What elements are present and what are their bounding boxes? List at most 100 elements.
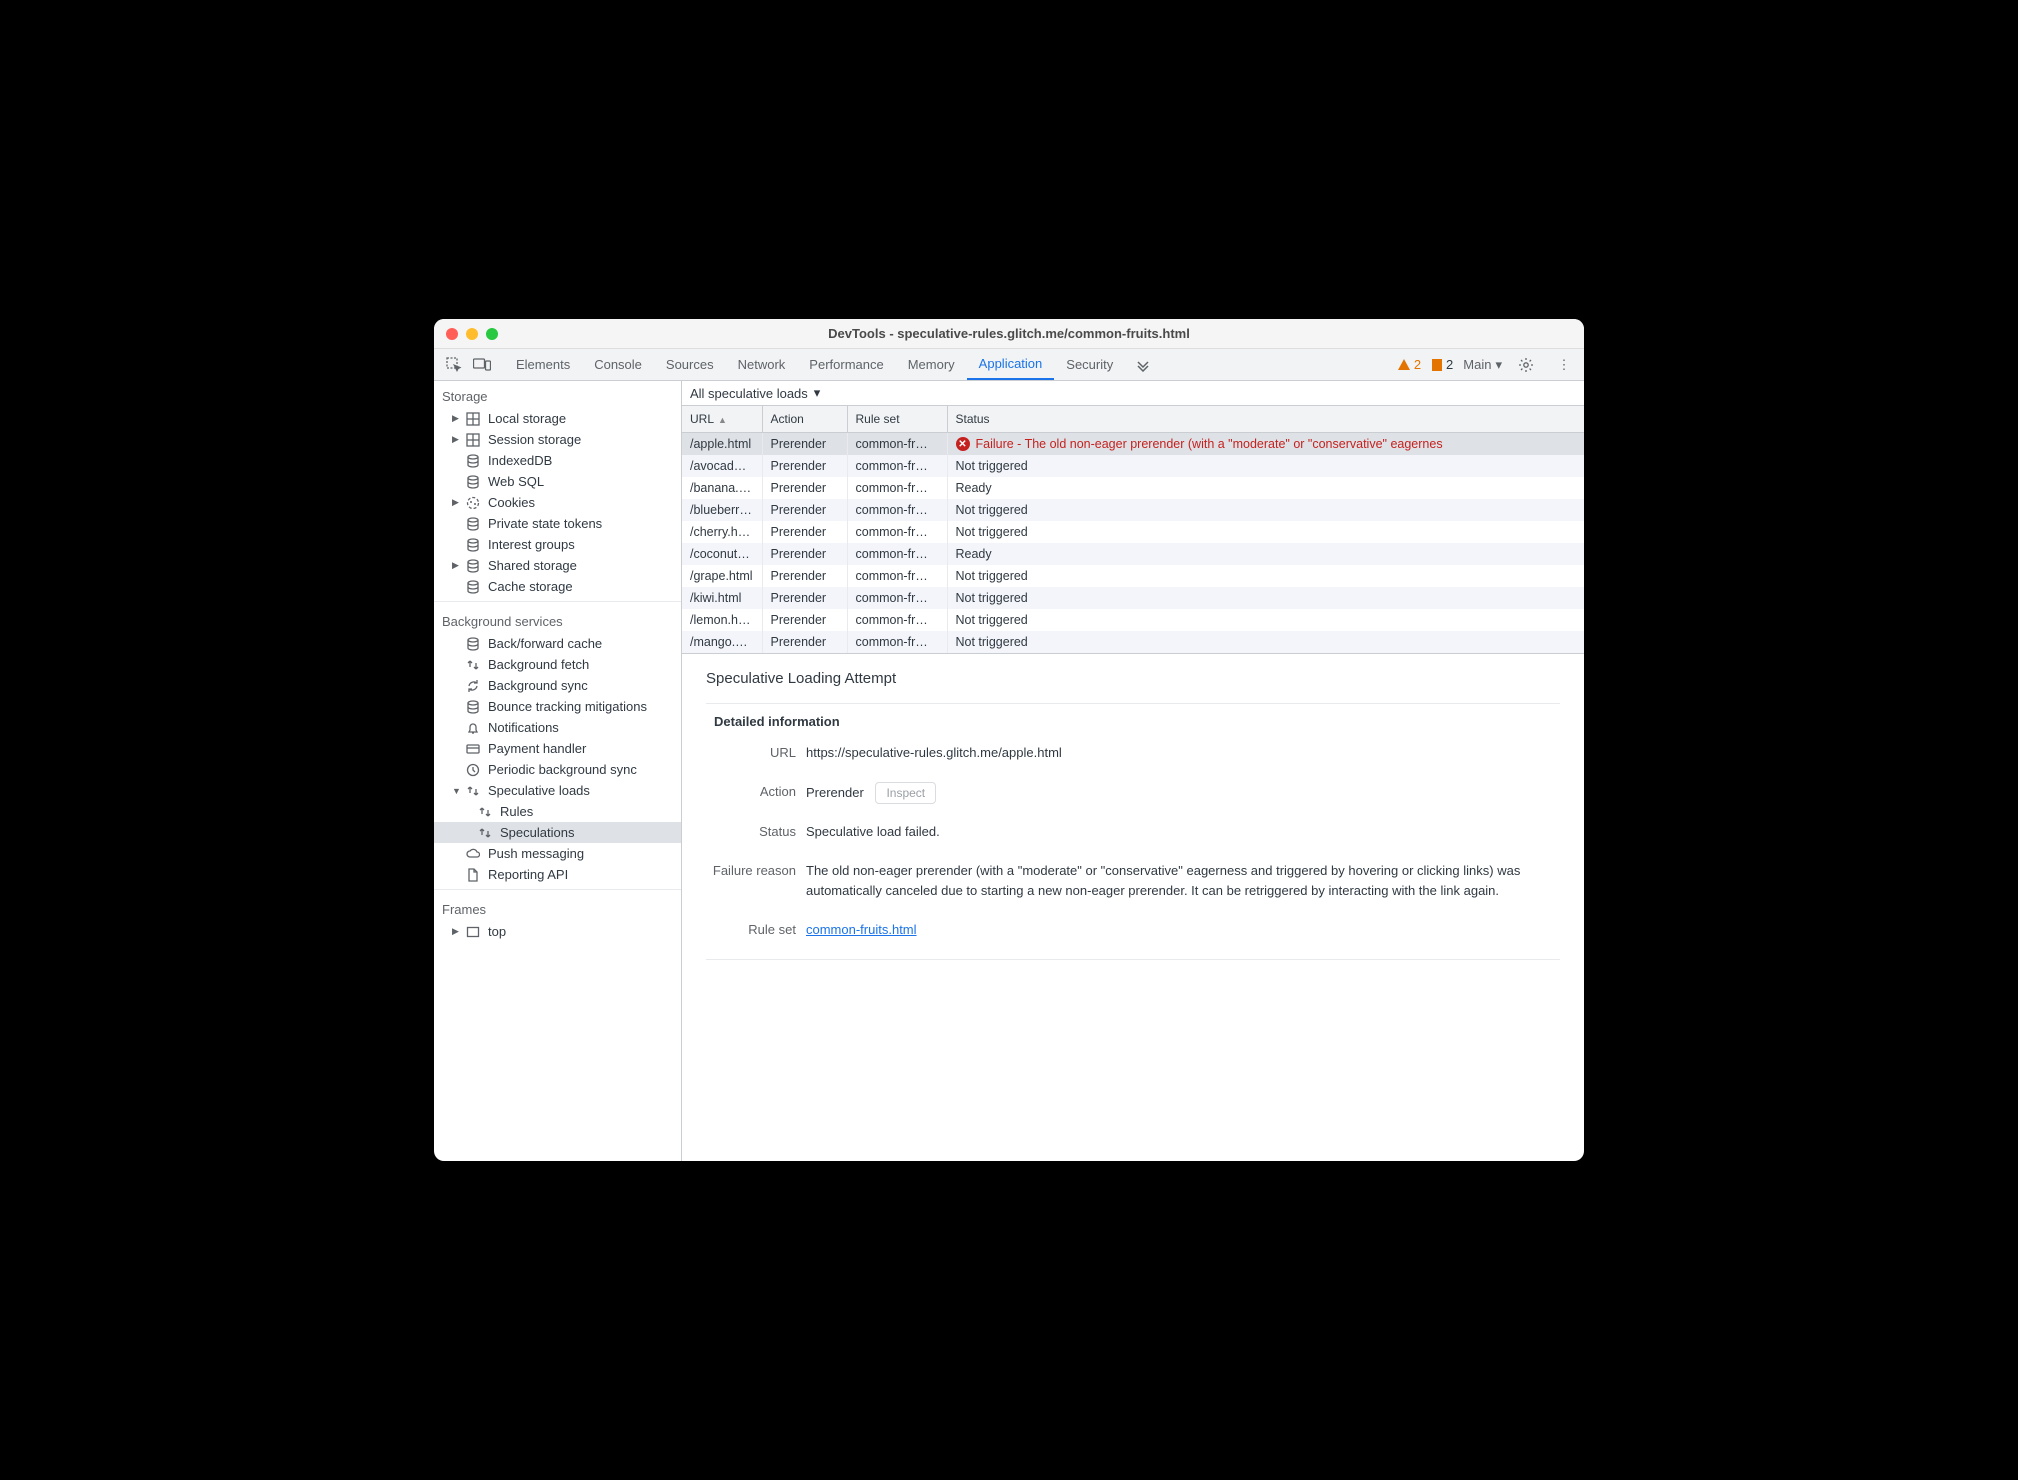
detail-ruleset-link[interactable]: common-fruits.html [806,922,917,937]
tab-security[interactable]: Security [1054,349,1125,380]
sidebar-item-local-storage[interactable]: ▶Local storage [434,408,681,429]
column-header-rule-set[interactable]: Rule set [847,406,947,433]
error-icon: ✕ [956,437,970,451]
column-header-url[interactable]: URL▲ [682,406,762,433]
cell-url: /kiwi.html [682,587,762,609]
sidebar-item-cache-storage[interactable]: Cache storage [434,576,681,597]
sidebar-item-speculative-loads[interactable]: ▼Speculative loads [434,780,681,801]
db-icon [464,538,482,552]
cell-status: Ready [947,543,1584,565]
cell-status: Not triggered [947,499,1584,521]
tab-network[interactable]: Network [726,349,798,380]
sidebar-item-label: Cookies [488,495,535,510]
cell-status: Not triggered [947,609,1584,631]
table-row[interactable]: /avocad…Prerendercommon-fr…Not triggered [682,455,1584,477]
sidebar-item-web-sql[interactable]: Web SQL [434,471,681,492]
sidebar-item-speculations[interactable]: Speculations [434,822,681,843]
speculations-table: URL▲ActionRule setStatus /apple.htmlPrer… [682,406,1584,653]
sidebar-item-session-storage[interactable]: ▶Session storage [434,429,681,450]
tab-elements[interactable]: Elements [504,349,582,380]
detail-action-value: Prerender Inspect [806,782,1560,804]
cloud-icon [464,847,482,861]
minimize-window-button[interactable] [466,328,478,340]
sidebar-item-cookies[interactable]: ▶Cookies [434,492,681,513]
cell-ruleset: common-fr… [847,433,947,456]
sidebar-item-bounce-tracking-mitigations[interactable]: Bounce tracking mitigations [434,696,681,717]
detail-action-label: Action [706,782,806,799]
table-row[interactable]: /apple.htmlPrerendercommon-fr…✕Failure -… [682,433,1584,456]
sidebar-item-rules[interactable]: Rules [434,801,681,822]
cell-url: /coconut… [682,543,762,565]
inspect-button[interactable]: Inspect [875,782,936,804]
cell-status: Not triggered [947,565,1584,587]
sidebar-item-background-sync[interactable]: Background sync [434,675,681,696]
sidebar-item-reporting-api[interactable]: Reporting API [434,864,681,885]
sidebar-item-interest-groups[interactable]: Interest groups [434,534,681,555]
sidebar-item-label: Payment handler [488,741,586,756]
devtools-window: DevTools - speculative-rules.glitch.me/c… [434,319,1584,1161]
chevron-down-icon: ▾ [814,385,821,401]
sidebar-item-payment-handler[interactable]: Payment handler [434,738,681,759]
tab-sources[interactable]: Sources [654,349,726,380]
card-icon [464,742,482,756]
detail-reason-label: Failure reason [706,861,806,878]
settings-icon[interactable] [1512,357,1540,373]
table-row[interactable]: /blueberr…Prerendercommon-fr…Not trigger… [682,499,1584,521]
cell-status: Not triggered [947,587,1584,609]
sidebar-item-label: Shared storage [488,558,577,573]
sidebar-item-background-fetch[interactable]: Background fetch [434,654,681,675]
warnings-badge[interactable]: 2 [1397,357,1421,372]
table-row[interactable]: /mango.…Prerendercommon-fr…Not triggered [682,631,1584,653]
tab-application[interactable]: Application [967,349,1055,380]
filter-bar[interactable]: All speculative loads ▾ [682,381,1584,406]
sidebar-item-label: Periodic background sync [488,762,637,777]
file-icon [464,868,482,882]
cell-url: /avocad… [682,455,762,477]
sidebar-item-periodic-background-sync[interactable]: Periodic background sync [434,759,681,780]
cell-action: Prerender [762,521,847,543]
info-badge[interactable]: 2 [1431,357,1453,372]
table-row[interactable]: /kiwi.htmlPrerendercommon-fr…Not trigger… [682,587,1584,609]
table-row[interactable]: /grape.htmlPrerendercommon-fr…Not trigge… [682,565,1584,587]
chevron-right-icon: ▶ [452,926,462,937]
cell-status: Not triggered [947,521,1584,543]
grid-icon [464,412,482,426]
sidebar-item-label: Background fetch [488,657,589,672]
sidebar-item-shared-storage[interactable]: ▶Shared storage [434,555,681,576]
column-header-status[interactable]: Status [947,406,1584,433]
more-menu-icon[interactable]: ⋮ [1550,357,1578,373]
sidebar-item-label: top [488,924,506,939]
close-window-button[interactable] [446,328,458,340]
detail-url-label: URL [706,743,806,760]
table-row[interactable]: /banana.…Prerendercommon-fr…Ready [682,477,1584,499]
sidebar-item-notifications[interactable]: Notifications [434,717,681,738]
column-header-action[interactable]: Action [762,406,847,433]
sidebar-item-label: Session storage [488,432,581,447]
cell-ruleset: common-fr… [847,587,947,609]
table-row[interactable]: /lemon.h…Prerendercommon-fr…Not triggere… [682,609,1584,631]
table-row[interactable]: /coconut…Prerendercommon-fr…Ready [682,543,1584,565]
cell-url: /blueberr… [682,499,762,521]
main-panel: All speculative loads ▾ URL▲ActionRule s… [682,381,1584,1161]
table-row[interactable]: /cherry.h…Prerendercommon-fr…Not trigger… [682,521,1584,543]
tab-console[interactable]: Console [582,349,654,380]
tab-performance[interactable]: Performance [797,349,895,380]
sidebar-item-back-forward-cache[interactable]: Back/forward cache [434,633,681,654]
sidebar-item-label: Cache storage [488,579,573,594]
frames-section-header: Frames [434,894,681,921]
inspect-element-icon[interactable] [440,349,468,380]
clock-icon [464,763,482,777]
more-tabs-icon[interactable] [1129,349,1157,380]
maximize-window-button[interactable] [486,328,498,340]
device-toolbar-icon[interactable] [468,349,496,380]
sidebar-item-private-state-tokens[interactable]: Private state tokens [434,513,681,534]
target-dropdown[interactable]: Main ▾ [1463,357,1502,373]
cell-ruleset: common-fr… [847,477,947,499]
sidebar-item-push-messaging[interactable]: Push messaging [434,843,681,864]
sidebar-item-indexeddb[interactable]: IndexedDB [434,450,681,471]
window-title: DevTools - speculative-rules.glitch.me/c… [434,326,1584,341]
devtools-toolbar: ElementsConsoleSourcesNetworkPerformance… [434,349,1584,381]
tab-memory[interactable]: Memory [896,349,967,380]
sidebar-item-top[interactable]: ▶ top [434,921,681,942]
frame-icon [464,925,482,939]
